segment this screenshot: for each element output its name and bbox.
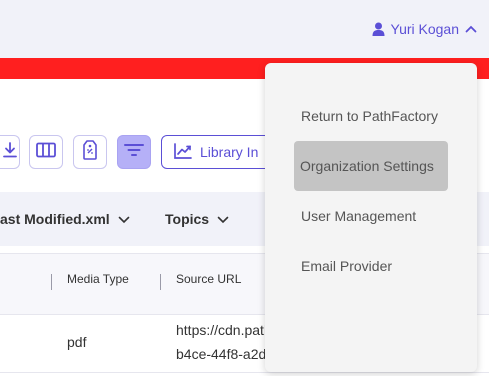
- user-icon: [372, 22, 385, 36]
- menu-item-return-to-pathfactory[interactable]: Return to PathFactory: [295, 91, 445, 141]
- download-icon: [2, 141, 17, 163]
- user-name: Yuri Kogan: [390, 21, 460, 37]
- last-modified-filter[interactable]: ast Modified.xml: [0, 209, 130, 229]
- toolbar: Library In: [0, 135, 301, 173]
- filter-button[interactable]: [117, 135, 151, 169]
- columns-icon: [36, 142, 56, 163]
- tag-icon: [83, 139, 97, 165]
- column-divider: [51, 274, 52, 290]
- user-menu-button[interactable]: Yuri Kogan: [372, 18, 478, 40]
- chevron-down-icon: [217, 211, 229, 227]
- chevron-up-icon: [465, 25, 477, 33]
- menu-item-user-management[interactable]: User Management: [295, 191, 445, 241]
- cell-media-type: pdf: [67, 334, 87, 350]
- download-button[interactable]: [0, 135, 20, 169]
- filter-icon: [124, 143, 144, 162]
- user-dropdown-menu: Return to PathFactory Organization Setti…: [265, 63, 477, 372]
- topics-label: Topics: [165, 211, 210, 227]
- chart-line-icon: [174, 142, 192, 162]
- menu-item-organization-settings[interactable]: Organization Settings: [294, 141, 448, 191]
- last-modified-label: ast Modified.xml: [0, 211, 110, 227]
- row-divider: [0, 372, 489, 373]
- columns-button[interactable]: [29, 135, 63, 169]
- column-header-source-url[interactable]: Source URL: [176, 272, 241, 286]
- topics-filter[interactable]: Topics: [165, 209, 229, 229]
- column-divider: [160, 274, 161, 290]
- menu-item-email-provider[interactable]: Email Provider: [295, 241, 445, 291]
- column-header-media-type[interactable]: Media Type: [67, 272, 129, 286]
- library-insights-label: Library In: [200, 144, 259, 160]
- tag-button[interactable]: [73, 135, 107, 169]
- chevron-down-icon: [118, 211, 130, 227]
